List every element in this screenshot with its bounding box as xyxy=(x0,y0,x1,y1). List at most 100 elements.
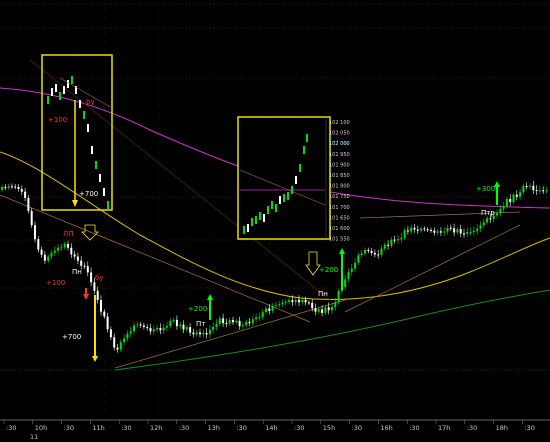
time-label: :30 xyxy=(352,424,362,432)
candle-body xyxy=(162,327,165,331)
candle-body xyxy=(327,307,330,311)
candle-body xyxy=(522,185,525,193)
candle-body xyxy=(529,185,531,187)
candle-body xyxy=(364,250,366,254)
candle-body xyxy=(195,332,198,335)
candle-body xyxy=(7,186,10,188)
candle-body xyxy=(387,244,390,246)
date-label: 11 xyxy=(30,433,38,441)
candle-body xyxy=(380,248,383,256)
candle-body xyxy=(172,319,175,322)
candle-body xyxy=(271,305,274,311)
ma-green-line xyxy=(114,289,550,371)
inset-candle xyxy=(295,176,297,184)
candle-body xyxy=(344,279,347,288)
arrow-head-icon xyxy=(207,294,213,300)
candle-body xyxy=(311,302,314,309)
inset-candle xyxy=(275,204,277,212)
inset-candle xyxy=(283,194,285,202)
candle-body xyxy=(17,186,20,190)
inset-price-label: 101 600 xyxy=(329,226,350,232)
candle-body xyxy=(426,229,429,231)
candle-body xyxy=(218,318,221,324)
candle-body xyxy=(86,266,89,273)
candle-body xyxy=(515,194,518,197)
inset-candle xyxy=(287,192,289,200)
inset-price-label: 101 650 xyxy=(329,215,350,221)
annotation-plus700_b: +700 xyxy=(62,333,81,341)
candle-body xyxy=(370,250,373,253)
arrow-head-icon xyxy=(92,356,98,362)
zoom-candle xyxy=(79,100,81,108)
zoom-candle xyxy=(55,84,57,92)
inset-candle xyxy=(267,206,269,214)
annotation-pt: Пт xyxy=(196,320,205,328)
candle-body xyxy=(76,256,79,261)
inset-price-label: 101 800 xyxy=(329,184,350,190)
time-label: 18h xyxy=(496,424,508,432)
time-label: :30 xyxy=(294,424,304,432)
candle-body xyxy=(433,230,436,233)
candle-body xyxy=(459,229,462,234)
candle-body xyxy=(390,239,393,246)
candle-body xyxy=(63,243,66,248)
candle-body xyxy=(301,299,304,303)
trend-line xyxy=(114,299,346,369)
candle-body xyxy=(109,329,112,338)
candle-body xyxy=(1,187,3,190)
zoom-candle xyxy=(95,161,97,169)
candle-body xyxy=(199,332,201,335)
candle-body xyxy=(142,325,145,327)
candle-body xyxy=(430,229,432,231)
annotation-pn_b: Пн xyxy=(318,290,328,298)
candle-body xyxy=(90,272,93,283)
candle-body xyxy=(456,229,459,233)
candle-body xyxy=(439,231,442,233)
candle-body xyxy=(489,218,492,220)
candle-body xyxy=(255,317,258,320)
hollow-arrow-icon xyxy=(305,251,321,276)
candle-body xyxy=(294,299,297,303)
time-label: 11h xyxy=(92,424,104,432)
candle-body xyxy=(205,332,208,335)
inset-candle xyxy=(306,134,308,142)
candle-body xyxy=(496,213,498,216)
candle-body xyxy=(215,323,218,328)
candle-body xyxy=(248,321,251,324)
time-label: 17h xyxy=(438,424,450,432)
time-label: :30 xyxy=(64,424,74,432)
candle-body xyxy=(278,304,281,306)
zoom-candle xyxy=(59,92,61,100)
inset-candle xyxy=(259,212,261,220)
candle-body xyxy=(321,309,324,313)
arrow-head-icon xyxy=(72,200,78,207)
annotation-by_b: бу xyxy=(95,274,103,282)
candle-body xyxy=(179,324,182,327)
time-label: 10h xyxy=(35,424,47,432)
candle-body xyxy=(337,290,340,303)
time-label: :30 xyxy=(179,424,189,432)
candle-body xyxy=(479,225,482,229)
candle-body xyxy=(360,253,363,256)
candle-body xyxy=(284,301,287,303)
annotation-plus100_b: +100 xyxy=(46,279,65,287)
candle-body xyxy=(502,206,505,209)
inset-price-label: 101 850 xyxy=(329,173,350,179)
candle-body xyxy=(288,300,291,302)
candle-body xyxy=(416,229,419,231)
inset-price-label: 102 100 xyxy=(329,120,350,126)
candle-body xyxy=(116,347,119,350)
candle-body xyxy=(373,252,376,255)
candle-body xyxy=(53,250,56,253)
inset-candle xyxy=(255,216,257,224)
candle-body xyxy=(463,233,465,235)
candle-body xyxy=(397,239,399,241)
candle-body xyxy=(126,333,129,339)
inset-price-label: 101 550 xyxy=(329,237,350,243)
annotation-ptr: Птр xyxy=(481,209,495,217)
candle-body xyxy=(324,307,327,313)
candle-body xyxy=(57,247,60,251)
candle-body xyxy=(304,299,307,303)
time-label: :30 xyxy=(467,424,477,432)
candle-body xyxy=(542,190,545,192)
